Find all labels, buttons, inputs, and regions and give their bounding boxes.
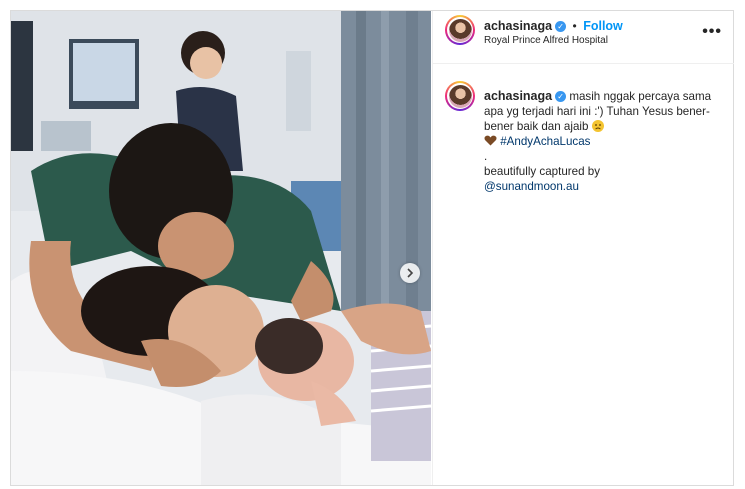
follow-button[interactable]: Follow xyxy=(583,19,623,33)
verified-badge-icon: ✓ xyxy=(555,91,567,102)
location-link[interactable]: Royal Prince Alfred Hospital xyxy=(484,35,608,46)
carousel-next-button[interactable] xyxy=(400,263,420,283)
caption-dot: . xyxy=(484,150,488,163)
avatar-image xyxy=(448,18,472,42)
post-caption: achasinaga ✓ masih nggak percaya sama apa… xyxy=(484,89,714,194)
caption-author-avatar[interactable] xyxy=(445,81,475,111)
credit-handle-link[interactable]: @sunandmoon.au xyxy=(484,180,579,193)
chevron-right-icon xyxy=(407,268,414,278)
author-username[interactable]: achasinaga xyxy=(484,19,552,33)
brown-heart-emoji xyxy=(484,134,497,149)
avatar-ring xyxy=(447,83,473,109)
caption-username[interactable]: achasinaga xyxy=(484,89,552,103)
avatar-image xyxy=(448,84,472,108)
sad-face-emoji xyxy=(591,120,604,132)
separator-dot: • xyxy=(572,19,577,33)
post-side-panel: achasinaga ✓ • Follow Royal Prince Alfred… xyxy=(432,11,734,485)
header-title-row: achasinaga ✓ • Follow xyxy=(484,17,623,35)
avatar-ring xyxy=(447,17,473,43)
newborn-family-photo xyxy=(11,11,431,485)
verified-badge-icon: ✓ xyxy=(555,21,567,32)
hashtag-link[interactable]: #AndyAchaLucas xyxy=(500,135,590,148)
post-header: achasinaga ✓ • Follow Royal Prince Alfred… xyxy=(433,11,734,64)
author-avatar[interactable] xyxy=(445,15,475,45)
credit-text: beautifully captured by xyxy=(484,165,601,178)
post-photo[interactable] xyxy=(11,11,431,485)
more-options-icon[interactable]: ••• xyxy=(702,23,722,41)
instagram-post: achasinaga ✓ • Follow Royal Prince Alfred… xyxy=(10,10,734,486)
